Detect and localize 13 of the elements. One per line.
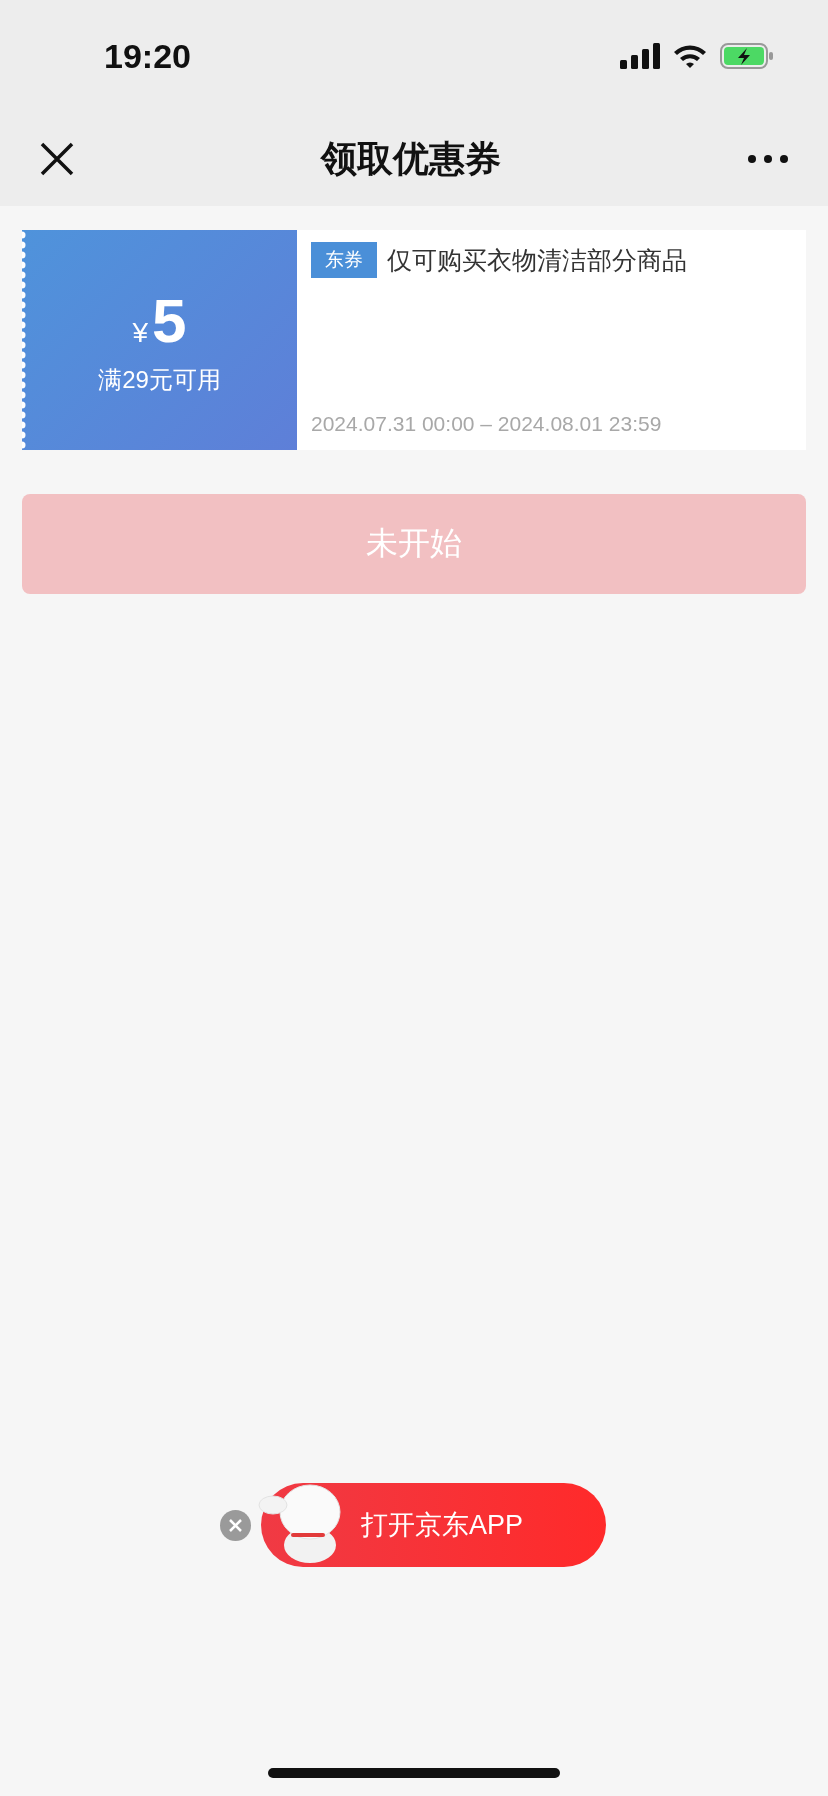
coupon-description: 仅可购买衣物清洁部分商品: [387, 244, 687, 276]
page-title: 领取优惠券: [321, 136, 501, 181]
status-time: 19:20: [104, 36, 191, 76]
scalloped-edge-icon: [22, 230, 26, 450]
close-icon[interactable]: [40, 142, 74, 176]
coupon-amount: 5: [152, 284, 187, 356]
currency-symbol: ¥: [132, 316, 149, 349]
coupon-condition: 满29元可用: [98, 364, 221, 395]
wifi-icon: [672, 43, 708, 69]
signal-icon: [620, 43, 660, 69]
validity-period: 2024.07.31 00:00 – 2024.08.01 23:59: [311, 412, 663, 436]
more-icon[interactable]: [748, 155, 788, 163]
coupon-tag: 东券: [311, 242, 377, 278]
